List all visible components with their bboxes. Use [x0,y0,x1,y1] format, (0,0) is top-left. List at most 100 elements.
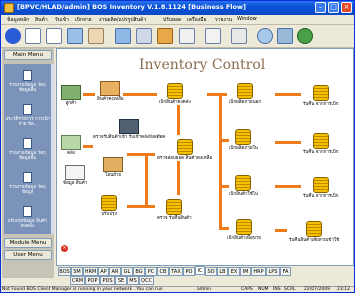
help-icon[interactable] [5,28,21,44]
tab-qcc[interactable]: QCC [139,276,154,285]
flow-node-return[interactable]: ตรวจ รับคืนสินค้า [157,199,192,221]
globe-icon[interactable] [297,28,313,44]
calendar-icon[interactable] [179,28,195,44]
flow-node-data[interactable]: ข้อมูล สินค้า [63,165,87,186]
flow-node-transfer[interactable]: โอนย้าย [103,157,123,178]
tab-po[interactable]: PO [183,267,195,276]
flow-arrow [275,141,301,144]
tab-ic[interactable]: IC [195,266,205,275]
tab-gl[interactable]: GL [121,267,133,276]
flow-node-issue[interactable]: เบิกสินค้าคงคลัง [159,83,191,105]
tab-bos[interactable]: BOS [58,267,71,276]
flow-node-return2[interactable]: รับคืน จากการเบิก [303,133,338,155]
coins-icon [312,85,329,101]
tab-hrm[interactable]: HRM [83,267,98,276]
minimize-button[interactable]: – [315,2,326,13]
sidebar-item[interactable]: รายงานข้อมูล วัตถุ ข้อมูลอื่น [4,70,51,93]
tab-hrp[interactable]: HRP [251,267,266,276]
camera-icon[interactable] [277,28,293,44]
tools-icon[interactable] [115,28,131,44]
document-icon [23,172,32,183]
coins-icon [166,83,183,99]
tab-pds[interactable]: PDS [100,276,115,285]
tab-ap[interactable]: AP [98,267,109,276]
flow-node-out3[interactable]: เบิกสินค้าใช้ไป [229,175,258,197]
module-menu-button[interactable]: Module Menu [4,238,52,248]
menu-item-master[interactable]: ข้อมูลหลัก [7,16,29,24]
flow-node-warehouse[interactable]: คลัง [61,135,81,156]
toolbar [1,25,354,48]
report-icon[interactable] [205,28,221,44]
tab-ex[interactable]: EX [228,267,240,276]
flow-node-receive[interactable]: ตรวจรับสินค้าเข้า รับเข้าคลังยังสต๊อค [93,119,165,140]
sidebar-item[interactable]: ปรับปรุงข้อมูล สินค้าคงคลัง [4,206,51,229]
sidebar-item[interactable]: รายงานข้อมูล วัตถุ ข้อมูลอื่น [4,138,51,161]
notes-icon[interactable] [88,28,104,44]
flow-arrow [145,153,148,207]
tab-cb[interactable]: CB [157,267,169,276]
menu-item-receive[interactable]: รับเข้า [55,16,69,24]
warehouse-icon [61,135,81,150]
menu-item-production[interactable]: งานผลิต/แปรรูปสินค้า [99,16,146,24]
document-icon [23,206,32,217]
sidebar-item[interactable]: ประวัติรายการ การเบิกจ่าย ข้อ.. [4,104,51,127]
flow-arrow [219,227,229,230]
tab-lb[interactable]: LB [217,267,228,276]
flow-node-check[interactable]: ตรวจสอบยอด สินค้าคงเหลือ [157,139,212,161]
tab-bg[interactable]: BG [133,267,145,276]
main-menu-button[interactable]: Main Menu [4,50,52,60]
close-button[interactable]: × [341,2,352,13]
flow-arrow [275,229,287,232]
tab-so[interactable]: SO [205,267,217,276]
sidebar-scrollbar[interactable] [51,64,55,234]
tab-tax[interactable]: TAX [169,267,183,276]
search-icon[interactable] [136,28,152,44]
flow-arrow [219,139,229,142]
flow-arrow [219,93,222,229]
network-icon[interactable] [257,28,273,44]
flow-node-product[interactable]: สินค้าคงเหลือ [97,81,124,102]
maximize-button[interactable]: □ [328,2,339,13]
flow-node-out4[interactable]: เบิกสินค้าเพื่อขาย [227,219,261,241]
menu-item-report[interactable]: รายงาน [215,16,232,24]
menu-item-window[interactable]: Window [237,16,257,22]
tab-pc[interactable]: PC [145,267,157,276]
user-menu-button[interactable]: User Menu [4,250,52,260]
tab-se[interactable]: SE [115,276,127,285]
flow-arrow [177,105,180,135]
flow-node-supplier[interactable]: ลูกค้า [61,85,81,106]
new-icon[interactable] [25,28,41,44]
wizard-icon[interactable] [157,28,173,44]
tab-lps[interactable]: LPS [266,267,280,276]
flow-node-out2[interactable]: เบิกผลิตภายใน [229,129,258,151]
flow-arrow [127,205,155,208]
flow-arrow [123,93,157,96]
tab-sm[interactable]: SM [71,267,83,276]
flow-node-adjust[interactable]: ปรับปรุง [101,195,117,217]
tab-pop[interactable]: POP [85,276,100,285]
flow-node-return4[interactable]: รับคืนสินค้าเสียหายเข้าใช้ [289,221,339,243]
coins-icon [312,177,329,193]
tab-ar[interactable]: AR [109,267,121,276]
flow-arrow [83,145,93,148]
menu-item-product[interactable]: สินค้า [35,16,48,24]
print-preview-icon[interactable] [231,28,247,44]
menu-item-issue[interactable]: เบิกจ่าย [75,16,92,24]
title-bar: [BPVC/HLAD/admin] BOS Inventory V.1.8.11… [1,1,354,15]
document-icon[interactable] [46,28,62,44]
tab-fa[interactable]: FA [280,267,291,276]
coins-icon [101,195,117,211]
flow-node-return1[interactable]: รับคืน จากการเบิก [303,85,338,107]
menu-item-tools[interactable]: เครื่องมือ [187,16,206,24]
flow-arrow [219,185,229,188]
copy-icon[interactable] [67,28,83,44]
tab-ms[interactable]: MS [127,276,139,285]
flow-node-out1[interactable]: เบิกผลิตภายนอก [229,83,261,105]
menu-item-adjust[interactable]: ปรับยอด [163,16,181,24]
tab-im[interactable]: IM [240,267,251,276]
close-icon[interactable]: × [61,245,68,252]
tab-crm[interactable]: CRM [70,276,85,285]
flow-node-return3[interactable]: รับคืน จากการเบิก [303,177,338,199]
flow-arrow [127,153,155,156]
sidebar-item[interactable]: รายงานข้อมูล วัตถุ ข้อมูล [4,172,51,195]
